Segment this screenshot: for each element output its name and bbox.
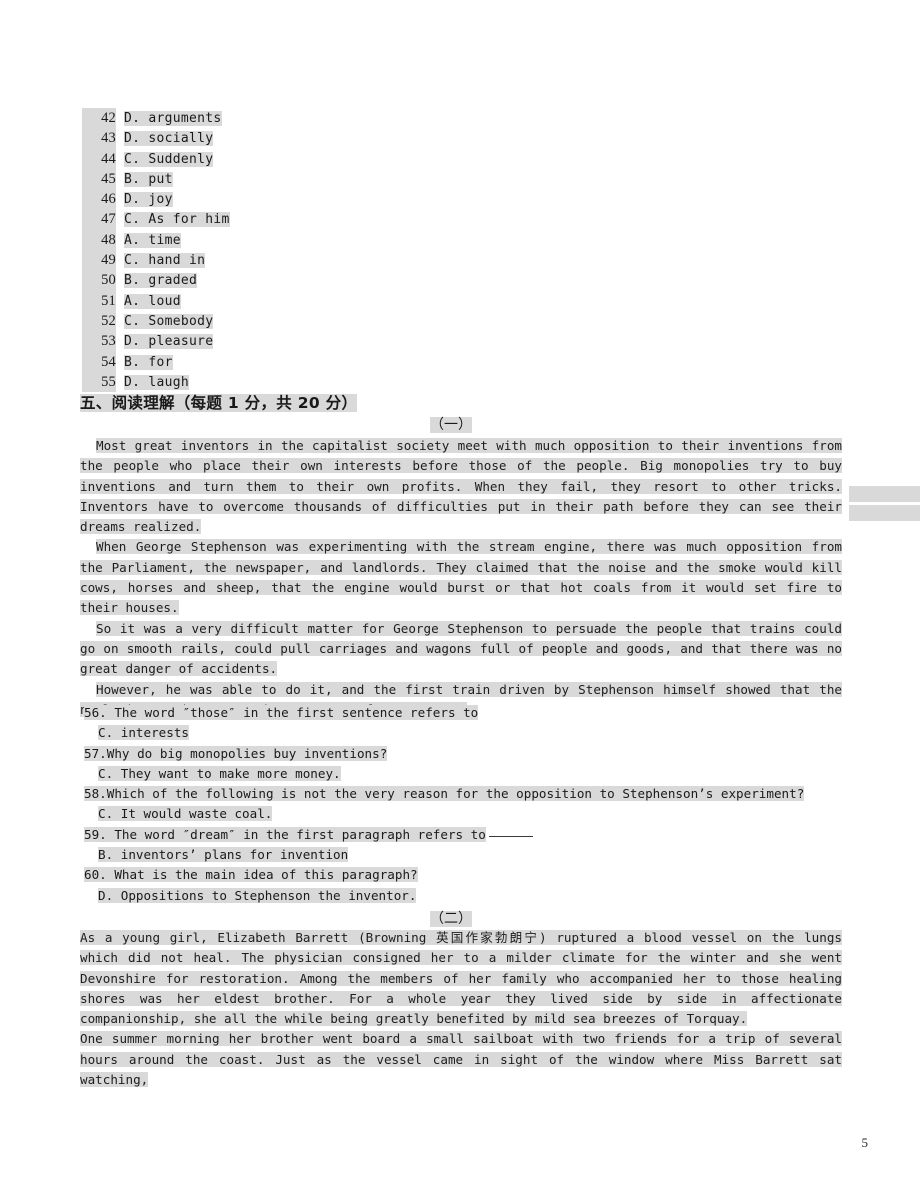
answer-row: 45 B. put: [82, 168, 382, 190]
answer-number: 50: [82, 270, 116, 291]
part-one-label: （一）: [430, 416, 472, 435]
paragraph-text: One summer morning her brother went boar…: [80, 1031, 842, 1088]
question-answer: C. interests: [80, 723, 850, 743]
answer-number: 52: [82, 310, 116, 332]
answer-row: 46 D. joy: [82, 189, 382, 210]
question-stem: 57.Why do big monopolies buy inventions?: [80, 744, 850, 764]
question-stem-text: 58.Which of the following is not the ver…: [84, 786, 805, 802]
question-answer-text: C. They want to make more money.: [98, 765, 341, 781]
answer-text: D. pleasure: [124, 334, 214, 350]
answer-text: D. joy: [124, 192, 173, 208]
answer-number: 46: [82, 189, 116, 210]
answer-row: 52 C. Somebody: [82, 310, 382, 332]
answer-row: 54 B. for: [82, 351, 382, 372]
answer-row: 48 A. time: [82, 229, 382, 251]
answer-text: C. Suddenly: [124, 151, 214, 167]
passage-paragraph: Most great inventors in the capitalist s…: [80, 436, 842, 537]
question-list-part-one: 56. The word ″those″ in the first senten…: [80, 703, 850, 906]
answer-row: 42 D. arguments: [82, 108, 382, 129]
answer-key-list: 42 D. arguments 43 D. socially 44 C. Sudden…: [82, 108, 382, 393]
answer-number: 48: [82, 229, 116, 251]
part-one-label-text: （一）: [430, 417, 472, 433]
answer-number: 55: [82, 371, 116, 393]
answer-row: 47 C. As for him: [82, 209, 382, 230]
answer-row: 53 D. pleasure: [82, 331, 382, 352]
passage-paragraph: One summer morning her brother went boar…: [80, 1029, 842, 1090]
question-stem: 58.Which of the following is not the ver…: [80, 784, 850, 804]
reading-passage-two: As a young girl, Elizabeth Barrett (Brow…: [80, 928, 842, 1090]
answer-text: D. laugh: [124, 374, 190, 390]
section-heading-text: 五、阅读理解（每题 1 分，共 20 分）: [80, 394, 358, 412]
question-answer-text: C. It would waste coal.: [98, 806, 273, 822]
scan-artifact: [849, 486, 920, 502]
question-answer-text: D. Oppositions to Stephenson the invento…: [98, 887, 417, 903]
question-stem-text: 59. The word ″dream″ in the first paragr…: [84, 826, 486, 842]
part-two-label: （二）: [430, 910, 472, 929]
answer-text: C. hand in: [124, 253, 206, 269]
answer-number: 42: [82, 108, 116, 129]
question-stem-text: 56. The word ″those″ in the first senten…: [84, 705, 479, 720]
answer-number: 51: [82, 290, 116, 311]
exam-page: 42 D. arguments 43 D. socially 44 C. Sudden…: [0, 0, 920, 1191]
answer-number: 49: [82, 250, 116, 271]
answer-row: 55 D. laugh: [82, 371, 382, 393]
paragraph-text: As a young girl, Elizabeth Barrett (Brow…: [80, 930, 842, 1027]
paragraph-text: So it was a very difficult matter for Ge…: [80, 620, 842, 677]
question-answer: C. They want to make more money.: [80, 764, 850, 784]
answer-text: B. graded: [124, 273, 198, 289]
answer-text: D. socially: [124, 131, 214, 147]
question-answer: D. Oppositions to Stephenson the invento…: [80, 886, 850, 906]
question-stem: 60. What is the main idea of this paragr…: [80, 865, 850, 885]
reading-passage-one: Most great inventors in the capitalist s…: [80, 436, 842, 720]
answer-number: 54: [82, 351, 116, 372]
answer-row: 50 B. graded: [82, 270, 382, 291]
question-answer: B. inventors’ plans for invention: [80, 845, 850, 865]
question-stem: 59. The word ″dream″ in the first paragr…: [80, 825, 850, 845]
answer-text: A. loud: [124, 293, 181, 309]
part-two-label-text: （二）: [430, 911, 472, 927]
page-number: 5: [861, 1135, 869, 1150]
answer-number: 44: [82, 148, 116, 169]
answer-text: A. time: [124, 232, 181, 248]
answer-row: 49 C. hand in: [82, 250, 382, 271]
answer-text: B. put: [124, 171, 173, 187]
passage-paragraph: As a young girl, Elizabeth Barrett (Brow…: [80, 928, 842, 1029]
answer-text: D. arguments: [124, 111, 222, 126]
answer-number: 53: [82, 331, 116, 352]
answer-text: C. As for him: [124, 212, 230, 228]
scan-artifact: [849, 505, 920, 521]
answer-row: 43 D. socially: [82, 128, 382, 149]
question-answer-text: C. interests: [98, 725, 189, 741]
passage-paragraph: So it was a very difficult matter for Ge…: [80, 619, 842, 680]
answer-text: C. Somebody: [124, 313, 214, 329]
question-stem-text: 60. What is the main idea of this paragr…: [84, 867, 418, 883]
question-stem-text: 57.Why do big monopolies buy inventions?: [84, 745, 388, 761]
answer-row: 51 A. loud: [82, 290, 382, 311]
passage-paragraph: When George Stephenson was experimenting…: [80, 537, 842, 618]
answer-number: 43: [82, 128, 116, 149]
paragraph-text: When George Stephenson was experimenting…: [80, 539, 842, 616]
question-answer: C. It would waste coal.: [80, 804, 850, 824]
answer-blank-line: [488, 835, 533, 837]
section-heading: 五、阅读理解（每题 1 分，共 20 分）: [80, 393, 358, 413]
paragraph-text: Most great inventors in the capitalist s…: [80, 438, 842, 535]
question-stem: 56. The word ″those″ in the first senten…: [80, 703, 850, 723]
question-answer-text: B. inventors’ plans for invention: [98, 847, 349, 863]
answer-row: 44 C. Suddenly: [82, 148, 382, 169]
answer-number: 47: [82, 209, 116, 230]
answer-number: 45: [82, 168, 116, 190]
answer-text: B. for: [124, 354, 173, 370]
